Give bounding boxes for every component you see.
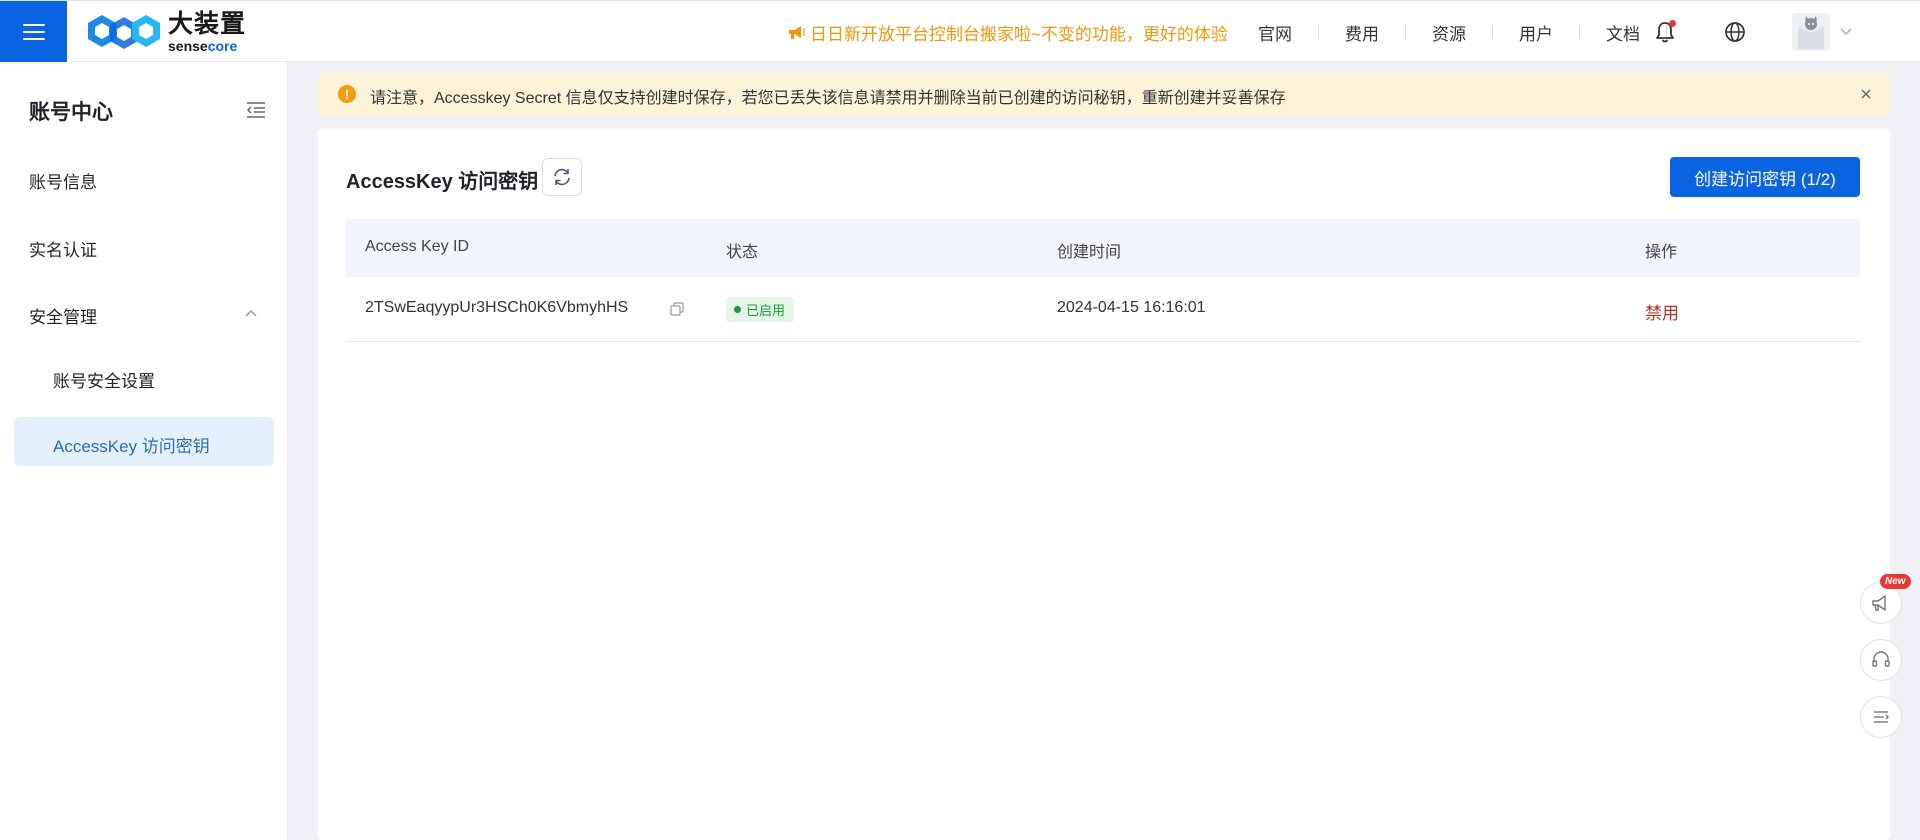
nav-official-site[interactable]: 官网 (1258, 20, 1292, 45)
create-accesskey-button[interactable]: 创建访问密钥 (1/2) (1670, 157, 1860, 197)
brand-name-cn: 大装置 (168, 9, 247, 38)
status-dot (734, 306, 741, 313)
nav-divider (1405, 25, 1406, 39)
announcement-text: 日日新开放平台控制台搬家啦~不变的功能，更好的体验 (810, 24, 1228, 44)
column-header-created: 创建时间 (1057, 244, 1122, 261)
refresh-button[interactable] (542, 158, 582, 196)
menu-button[interactable] (0, 1, 67, 62)
customer-service-button[interactable] (1860, 639, 1902, 681)
table-header: Access Key ID 状态 创建时间 操作 (346, 219, 1860, 277)
menu-icon (22, 23, 45, 40)
sidebar: 账号中心 账号信息 实名认证 安全管理 账号安全设置 AccessKey 访问密… (0, 62, 288, 840)
sidebar-item-label: AccessKey 访问密钥 (53, 437, 210, 456)
headset-icon (1872, 651, 1890, 667)
chevron-up-icon[interactable] (243, 306, 259, 320)
nav-divider (1579, 25, 1580, 39)
top-header: 大装置 sensecore 日日新开放平台控制台搬家啦~不变的功能，更好的体验 … (0, 0, 1920, 62)
nav-users[interactable]: 用户 (1519, 20, 1553, 45)
sidebar-item-account-info[interactable]: 账号信息 (29, 168, 97, 193)
logo-mark-icon (88, 15, 160, 49)
nav-divider (1492, 25, 1493, 39)
announcement-banner[interactable]: 日日新开放平台控制台搬家啦~不变的功能，更好的体验 (786, 21, 1228, 44)
nav-divider (1318, 25, 1319, 39)
copy-icon[interactable] (669, 301, 685, 317)
accesskey-table: Access Key ID 状态 创建时间 操作 2TSwEaqyypUr3HS… (346, 219, 1860, 342)
notifications-button[interactable] (1652, 19, 1678, 45)
sidebar-item-accesskey[interactable]: AccessKey 访问密钥 (14, 417, 274, 466)
column-header-key-id: Access Key ID (365, 238, 470, 255)
notification-dot (1669, 20, 1676, 27)
alert-message: 请注意，Accesskey Secret 信息仅支持创建时保存，若您已丢失该信息… (370, 90, 1286, 107)
megaphone-icon (1872, 595, 1886, 611)
new-badge: New (1880, 574, 1911, 589)
column-header-status: 状态 (726, 244, 759, 261)
sidebar-item-real-name[interactable]: 实名认证 (29, 236, 97, 261)
sidebar-item-account-security[interactable]: 账号安全设置 (53, 367, 155, 392)
warning-icon: ! (338, 85, 356, 103)
refresh-icon (554, 168, 570, 186)
nav-resources[interactable]: 资源 (1432, 20, 1466, 45)
top-nav: 官网 费用 资源 用户 文档 (1258, 19, 1693, 45)
collapse-menu-icon[interactable] (244, 98, 268, 122)
list-expand-icon (1874, 711, 1889, 723)
warning-alert: ! 请注意，Accesskey Secret 信息仅支持创建时保存，若您已丢失该… (318, 72, 1890, 116)
table-row: 2TSwEaqyypUr3HSCh0K6VbmyhHS 已启用 2024-04-… (346, 277, 1860, 342)
brand-logo[interactable]: 大装置 sensecore (88, 11, 246, 53)
sidebar-item-security[interactable]: 安全管理 (29, 303, 97, 328)
disable-button[interactable]: 禁用 (1645, 299, 1679, 324)
brand-name-en: sensecore (168, 37, 238, 54)
status-badge: 已启用 (726, 297, 795, 322)
page-title: AccessKey 访问密钥 (346, 171, 539, 193)
megaphone-icon (789, 26, 806, 39)
alert-close-button[interactable] (1856, 84, 1876, 104)
close-icon (1861, 89, 1871, 99)
nav-billing[interactable]: 费用 (1345, 20, 1379, 45)
chevron-down-icon[interactable] (1838, 25, 1854, 39)
user-avatar[interactable] (1792, 13, 1830, 51)
language-button[interactable] (1722, 19, 1748, 45)
access-key-id: 2TSwEaqyypUr3HSCh0K6VbmyhHS (365, 299, 629, 316)
nav-docs[interactable]: 文档 (1606, 20, 1640, 45)
created-time: 2024-04-15 16:16:01 (1057, 299, 1206, 316)
expand-menu-button[interactable] (1860, 696, 1902, 738)
column-header-actions: 操作 (1645, 244, 1678, 261)
status-text: 已启用 (746, 303, 786, 318)
sidebar-title: 账号中心 (29, 101, 113, 124)
accesskey-card: AccessKey 访问密钥 创建访问密钥 (1/2) Access Key I… (318, 129, 1890, 840)
globe-icon (1725, 22, 1745, 42)
avatar-cat-icon (1798, 16, 1824, 49)
